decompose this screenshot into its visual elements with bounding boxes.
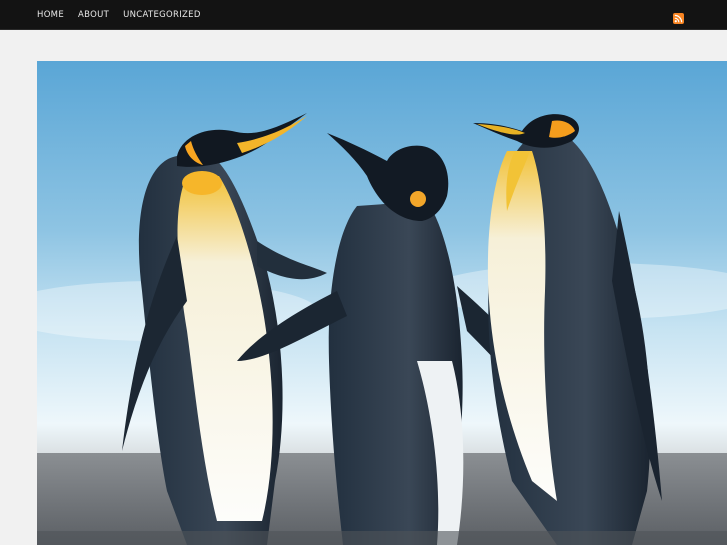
nav-home-link[interactable]: HOME (37, 10, 64, 20)
main-menu: HOME ABOUT UNCATEGORIZED (37, 0, 215, 29)
featured-image[interactable] (37, 61, 727, 545)
nav-about-link[interactable]: ABOUT (78, 10, 109, 20)
penguins-photo (37, 61, 727, 545)
nav-uncategorized-link[interactable]: UNCATEGORIZED (123, 10, 201, 20)
rss-icon[interactable] (673, 9, 684, 24)
top-navigation-bar: HOME ABOUT UNCATEGORIZED (0, 0, 727, 30)
